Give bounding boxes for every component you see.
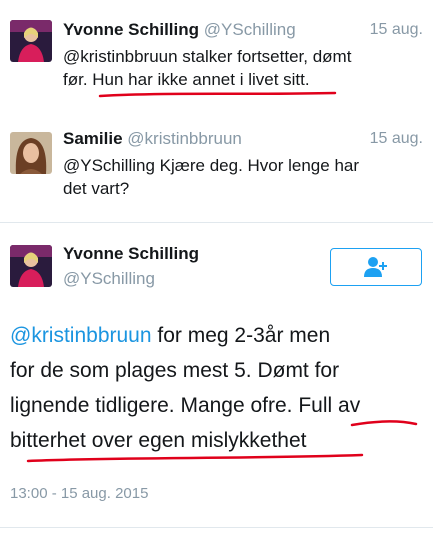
author-name[interactable]: Samilie @kristinbbruun: [63, 129, 242, 149]
author-handle: @kristinbbruun: [127, 129, 242, 148]
tweet-text: @kristinbbruun stalker fortsetter, dømt …: [63, 47, 352, 89]
tweet-date: 15 aug.: [369, 130, 423, 147]
author-handle[interactable]: @YSchilling: [63, 269, 155, 289]
divider: [0, 222, 433, 223]
add-user-icon: [364, 257, 387, 277]
follow-button[interactable]: [330, 248, 422, 286]
tweet-timestamp: 13:00 - 15 aug. 2015: [10, 485, 149, 502]
avatar[interactable]: [10, 245, 52, 287]
avatar[interactable]: [10, 132, 52, 174]
author-name[interactable]: Yvonne Schilling @YSchilling: [63, 20, 296, 40]
reply-tweet[interactable]: Yvonne Schilling @YSchilling 15 aug. @kr…: [0, 0, 433, 112]
author-handle: @YSchilling: [203, 20, 296, 39]
tweet-text: @YSchilling Kjære deg. Hvor lenge har de…: [63, 156, 360, 198]
avatar[interactable]: [10, 20, 52, 62]
tweet-text: @kristinbbruun for meg 2-3år men for de …: [10, 324, 361, 452]
author-name[interactable]: Yvonne Schilling: [63, 244, 199, 264]
divider: [0, 527, 433, 528]
reply-tweet[interactable]: Samilie @kristinbbruun 15 aug. @YSchilli…: [0, 112, 433, 222]
tweet-date: 15 aug.: [369, 21, 423, 38]
mention-link[interactable]: @kristinbbruun: [10, 324, 152, 347]
